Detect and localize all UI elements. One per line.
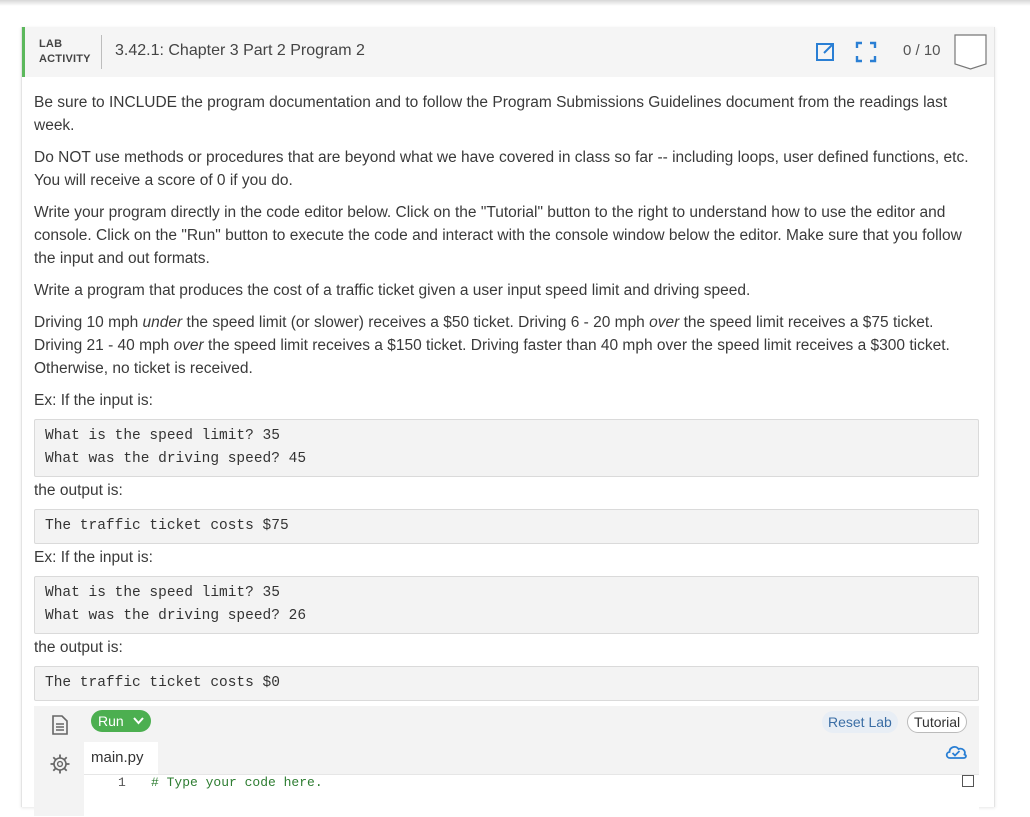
instruction-paragraph-2: Do NOT use methods or procedures that ar…: [34, 149, 969, 189]
instructions: Be sure to INCLUDE the program documenta…: [34, 91, 979, 703]
code-line-1[interactable]: # Type your code here.: [151, 775, 323, 790]
example-1-output: The traffic ticket costs $75: [34, 509, 979, 544]
header-divider: [101, 35, 102, 69]
instruction-paragraph-3: Write your program directly in the code …: [34, 204, 962, 267]
example-2-input-line-1: What is the speed limit? 35: [45, 585, 280, 601]
run-button[interactable]: Run: [91, 710, 151, 732]
lab-label-line1: LAB: [39, 38, 63, 50]
line-number: 1: [118, 775, 126, 790]
example-2-output: The traffic ticket costs $0: [34, 666, 979, 701]
example-2-input: What is the speed limit? 35 What was the …: [34, 576, 979, 634]
cloud-saved-icon: [944, 741, 967, 763]
example-1-output-intro: the output is:: [34, 482, 123, 499]
reset-lab-button[interactable]: Reset Lab: [822, 711, 898, 733]
example-1-input: What is the speed limit? 35 What was the …: [34, 419, 979, 477]
activity-title: 3.42.1: Chapter 3 Part 2 Program 2: [115, 42, 365, 59]
code-editor[interactable]: 1 # Type your code here.: [84, 774, 979, 817]
example-2-output-intro: the output is:: [34, 639, 123, 656]
example-1-intro: Ex: If the input is:: [34, 392, 153, 409]
instruction-paragraph-4: Write a program that produces the cost o…: [34, 282, 751, 299]
gear-icon[interactable]: [49, 753, 71, 775]
example-1-input-line-2: What was the driving speed? 45: [45, 451, 307, 467]
lab-activity-label: LAB ACTIVITY: [39, 37, 91, 67]
lab-label-line2: ACTIVITY: [39, 53, 91, 65]
example-2-intro: Ex: If the input is:: [34, 549, 153, 566]
instruction-paragraph-1: Be sure to INCLUDE the program documenta…: [34, 94, 948, 134]
lab-activity-card: LAB ACTIVITY 3.42.1: Chapter 3 Part 2 Pr…: [21, 27, 995, 817]
top-shadow-band: [0, 0, 1030, 6]
external-link-icon[interactable]: [815, 41, 837, 63]
instruction-paragraph-5: Driving 10 mph under the speed limit (or…: [34, 314, 950, 377]
code-editor-panel: Run Reset Lab Tutorial main.py 1 # Type …: [34, 706, 979, 817]
editor-scrollbar[interactable]: [962, 775, 974, 787]
file-icon[interactable]: [49, 714, 71, 736]
score-badge-icon: [954, 34, 987, 70]
score-text: 0 / 10: [903, 42, 941, 59]
tutorial-button[interactable]: Tutorial: [907, 711, 968, 733]
file-tab-main-py[interactable]: main.py: [84, 742, 158, 778]
chevron-down-icon: [133, 717, 144, 725]
example-1-input-line-1: What is the speed limit? 35: [45, 428, 280, 444]
fullscreen-icon[interactable]: [855, 41, 877, 63]
activity-header: LAB ACTIVITY 3.42.1: Chapter 3 Part 2 Pr…: [22, 27, 994, 77]
example-2-input-line-2: What was the driving speed? 26: [45, 608, 307, 624]
run-button-label: Run: [98, 713, 124, 729]
